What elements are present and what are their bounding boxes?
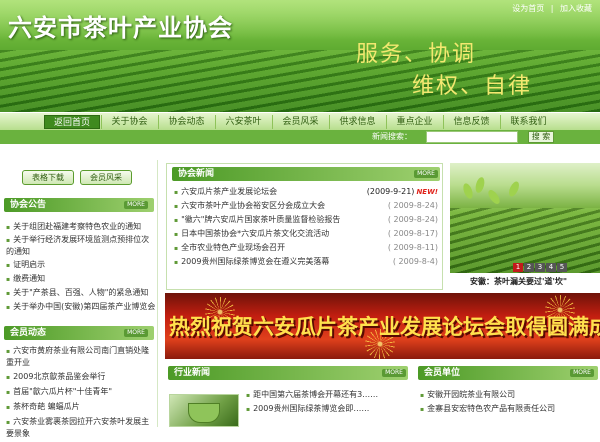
news-date: ( 2009-8-4)	[392, 257, 438, 266]
header-banner: 六安市茶叶产业协会 设为首页 | 加入收藏 服务、协调 维权、自律	[0, 0, 600, 112]
news-date: ( 2009-8-17)	[387, 229, 438, 238]
search-label: 新闻搜索：	[372, 132, 412, 141]
notice-list: 关于组团赴福建考察特色农业的通知 关于举行经济发展环境监测点预排位次的通知 证明…	[6, 220, 156, 314]
tea-leaf	[461, 182, 475, 200]
nav-items: 返回首页 关于协会 协会动态 六安茶叶 会员风采 供求信息 重点企业 信息反馈 …	[44, 115, 557, 129]
list-item[interactable]: 关于举行经济发展环境监测点预排位次的通知	[6, 234, 156, 258]
photo-caption[interactable]: 安徽：茶叶漏关要过'道'坎"	[470, 276, 567, 287]
slogan-line-2: 维权、自律	[412, 74, 533, 99]
pager-page[interactable]: 2	[524, 263, 534, 272]
news-date: (2009-9-21) NEW!	[367, 185, 438, 199]
news-title[interactable]: 全市农业特色产业现场会召开	[181, 243, 285, 252]
news-title[interactable]: 2009贵州国际绿茶博览会在遵义完美落幕	[181, 257, 329, 266]
slogan-line-1: 服务、协调	[356, 42, 477, 67]
tea-cup-image	[188, 403, 220, 423]
pager-page[interactable]: 1	[513, 263, 523, 272]
member-news-more-link[interactable]: MORE	[124, 329, 148, 337]
site-title: 六安市茶叶产业协会	[8, 13, 233, 42]
list-item[interactable]: 关于"产茶县、百强、人物"的紧急通知	[6, 286, 156, 300]
nav-contact[interactable]: 联系我们	[500, 115, 556, 129]
main-nav: 返回首页 关于协会 协会动态 六安茶叶 会员风采 供求信息 重点企业 信息反馈 …	[0, 112, 600, 130]
list-item[interactable]: 六安瓜片茶产业发展论坛会 (2009-9-21)NEW!	[174, 185, 438, 199]
association-news-list: 六安瓜片茶产业发展论坛会 (2009-9-21)NEW! 六安市茶叶产业协会裕安区…	[174, 185, 438, 269]
tea-leaf	[486, 188, 502, 206]
list-item[interactable]: 首届"歙六瓜片杯"十佳青年"	[6, 386, 156, 398]
list-item[interactable]: 缴费通知	[6, 272, 156, 286]
search-input[interactable]	[426, 131, 518, 143]
news-date: ( 2009-8-11)	[387, 243, 438, 252]
list-item[interactable]: 2009贵州国际绿茶博览会即……	[246, 402, 412, 416]
news-date: ( 2009-8-24)	[387, 215, 438, 224]
form-download-button[interactable]: 表格下载	[22, 170, 74, 185]
promo-banner[interactable]: 热烈祝贺六安瓜片茶产业发展论坛会取得圆满成功	[165, 293, 600, 359]
list-item[interactable]: 茶杯奇葩 蝙蝠瓜片	[6, 401, 156, 413]
list-item[interactable]: 六安茶业雾裹茶园拉开六安茶叶发展主要景象	[6, 416, 156, 439]
list-item[interactable]: 2009北京歙茶品鉴会举行	[6, 371, 156, 383]
promo-text: 热烈祝贺六安瓜片茶产业发展论坛会取得圆满成功	[169, 314, 600, 339]
list-item[interactable]: 六安市茶叶产业协会裕安区分会成立大会 ( 2009-8-24)	[174, 199, 438, 213]
add-favorite-link[interactable]: 加入收藏	[560, 4, 592, 13]
member-units-more-link[interactable]: MORE	[570, 369, 594, 377]
tea-photo[interactable]	[450, 163, 600, 273]
nav-members[interactable]: 会员风采	[272, 115, 328, 129]
news-title[interactable]: 日本中国茶协会*六安瓜片茶文化交流活动	[181, 229, 329, 238]
list-item[interactable]: 日本中国茶协会*六安瓜片茶文化交流活动 ( 2009-8-17)	[174, 227, 438, 241]
pager-page[interactable]: 4	[546, 263, 556, 272]
search-button[interactable]: 搜 索	[528, 131, 554, 143]
notice-more-link[interactable]: MORE	[124, 201, 148, 209]
association-news-title: 协会新闻	[172, 167, 440, 181]
list-item[interactable]: 关于举办中国(安徽)第四届茶产业博览会	[6, 300, 156, 314]
pager-page[interactable]: 5	[557, 263, 567, 272]
industry-news-more-link[interactable]: MORE	[382, 369, 406, 377]
tea-leaf	[506, 180, 522, 198]
news-date: ( 2009-8-24)	[387, 201, 438, 210]
list-item[interactable]: 全市农业特色产业现场会召开 ( 2009-8-11)	[174, 241, 438, 255]
news-date-text: (2009-9-21)	[366, 187, 415, 196]
member-news-list: 六安市黄府茶业有限公司南门直销处隆重开业 2009北京歙茶品鉴会举行 首届"歙六…	[6, 345, 156, 442]
nav-luan-tea[interactable]: 六安茶叶	[215, 115, 271, 129]
pager-page[interactable]: 3	[535, 263, 545, 272]
list-item[interactable]: 安徽开园皖茶业有限公司	[420, 388, 598, 402]
nav-feedback[interactable]: 信息反馈	[443, 115, 499, 129]
association-news-more-link[interactable]: MORE	[414, 170, 438, 178]
top-links: 设为首页 | 加入收藏	[512, 3, 592, 14]
top-link-separator: |	[550, 4, 554, 13]
nav-supply[interactable]: 供求信息	[329, 115, 385, 129]
list-item[interactable]: 金寨县安宏特色农产品有限责任公司	[420, 402, 598, 416]
industry-news-thumbnail[interactable]	[169, 394, 239, 427]
new-badge: NEW!	[416, 188, 438, 196]
member-units-list: 安徽开园皖茶业有限公司 金寨县安宏特色农产品有限责任公司	[420, 388, 598, 416]
list-item[interactable]: 六安市黄府茶业有限公司南门直销处隆重开业	[6, 345, 156, 368]
list-item[interactable]: 证明启示	[6, 258, 156, 272]
nav-about[interactable]: 关于协会	[101, 115, 157, 129]
nav-news[interactable]: 协会动态	[158, 115, 214, 129]
nav-enterprises[interactable]: 重点企业	[386, 115, 442, 129]
member-showcase-button[interactable]: 会员风采	[80, 170, 132, 185]
news-title[interactable]: "徽六"牌六安瓜片国家茶叶质量监督检验报告	[181, 215, 340, 224]
list-item[interactable]: "徽六"牌六安瓜片国家茶叶质量监督检验报告 ( 2009-8-24)	[174, 213, 438, 227]
news-title[interactable]: 六安市茶叶产业协会裕安区分会成立大会	[181, 201, 325, 210]
tea-leaf	[474, 176, 486, 194]
list-item[interactable]: 2009贵州国际绿茶博览会在遵义完美落幕 ( 2009-8-4)	[174, 255, 438, 269]
news-title[interactable]: 六安瓜片茶产业发展论坛会	[181, 187, 277, 196]
list-item[interactable]: 距中国第六届茶博会开幕还有3……	[246, 388, 412, 402]
list-item[interactable]: 关于组团赴福建考察特色农业的通知	[6, 220, 156, 234]
set-homepage-link[interactable]: 设为首页	[512, 4, 544, 13]
industry-news-title: 行业新闻	[168, 366, 408, 380]
industry-news-list: 距中国第六届茶博会开幕还有3…… 2009贵州国际绿茶博览会即……	[246, 388, 412, 416]
nav-home[interactable]: 返回首页	[44, 115, 100, 129]
photo-pager: 1 2 3 4 5	[512, 263, 567, 272]
